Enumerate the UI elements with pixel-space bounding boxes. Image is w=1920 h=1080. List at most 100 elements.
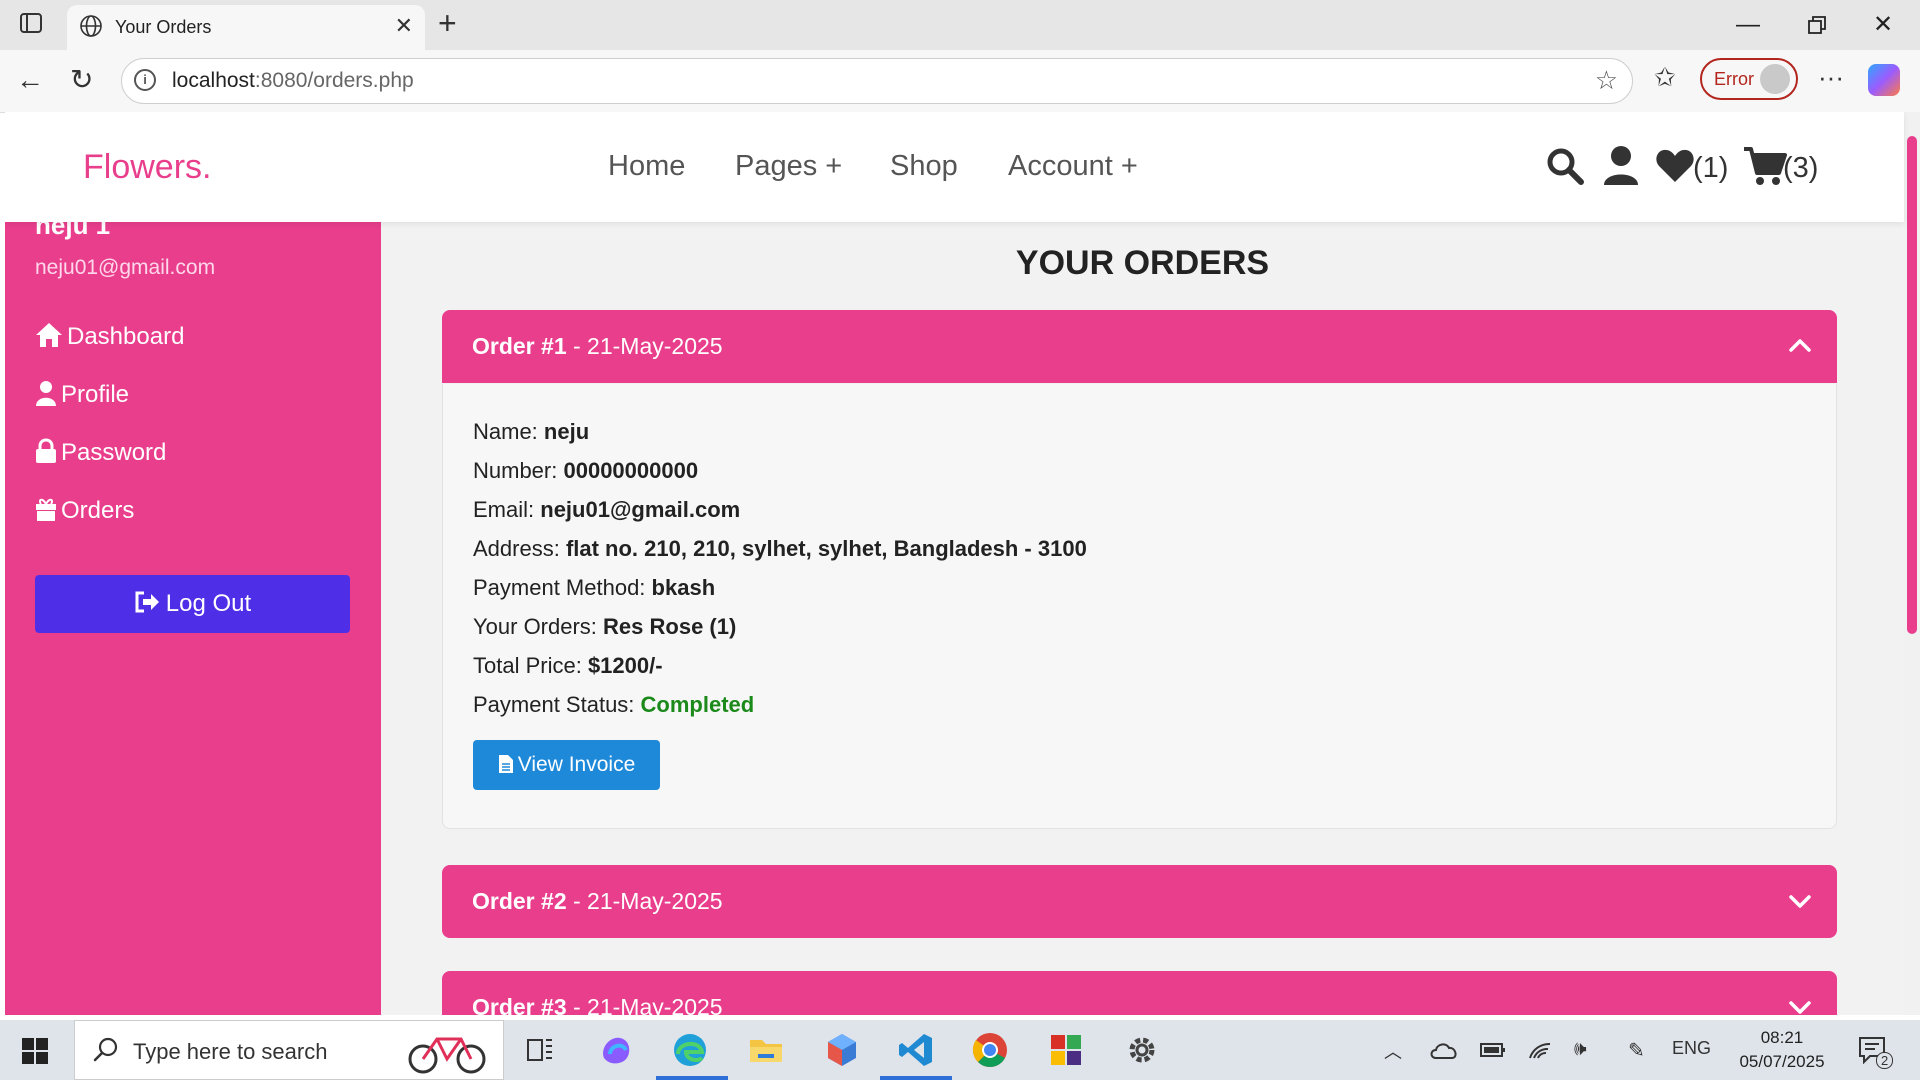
chevron-down-icon (1789, 1001, 1811, 1014)
running-app-indicator (880, 1076, 952, 1080)
wishlist-heart-icon[interactable] (1655, 148, 1695, 184)
notification-count: 2 (1876, 1052, 1894, 1069)
pen-icon[interactable]: ✎ (1628, 1038, 1645, 1063)
browser-tabstrip: Your Orders ✕ + — ✕ (0, 0, 1920, 50)
address-bar[interactable]: i localhost:8080/orders.php ☆ (121, 58, 1633, 104)
favorites-icon[interactable]: ✩ (1654, 62, 1676, 93)
bookmark-star-icon[interactable]: ☆ (1595, 65, 1618, 96)
scrollbar-thumb[interactable] (1907, 136, 1917, 634)
active-app-indicator (656, 1076, 728, 1080)
search-icon (93, 1037, 118, 1062)
chevron-up-icon (1789, 339, 1811, 352)
url-text[interactable]: localhost:8080/orders.php (172, 69, 414, 93)
tab-actions-icon[interactable] (20, 12, 42, 34)
user-icon (36, 381, 56, 406)
orders-content: YOUR ORDERS Order #1 - 21-May-2025 Name:… (381, 222, 1904, 1015)
colorful-app-icon[interactable] (1046, 1030, 1086, 1070)
order-2-header[interactable]: Order #2 - 21-May-2025 (442, 865, 1837, 938)
document-icon (498, 755, 513, 773)
nav-pages[interactable]: Pages + (735, 150, 842, 183)
task-view-icon[interactable] (520, 1030, 560, 1070)
home-icon (36, 323, 62, 347)
cart-icon[interactable] (1743, 146, 1787, 186)
settings-gear-icon[interactable] (1122, 1030, 1162, 1070)
search-placeholder: Type here to search (133, 1039, 328, 1064)
sidebar-item-label: Profile (61, 381, 130, 408)
user-email: neju01@gmail.com (35, 256, 216, 279)
site-logo[interactable]: Flowers. (83, 148, 211, 187)
nav-shop[interactable]: Shop (890, 150, 958, 183)
site-header: Flowers. Home Pages + Shop Account + (1)… (5, 112, 1904, 222)
copilot-icon[interactable] (1868, 64, 1900, 96)
order-3-header[interactable]: Order #3 - 21-May-2025 (442, 971, 1837, 1015)
detail-total: Total Price: $1200/- (473, 653, 663, 678)
status-badge: Completed (640, 692, 755, 717)
detail-email: Email: neju01@gmail.com (473, 497, 741, 522)
search-icon[interactable] (1545, 146, 1585, 186)
sidebar-item-orders[interactable]: Orders (35, 496, 134, 528)
copilot-app-icon[interactable] (596, 1030, 636, 1070)
file-explorer-icon[interactable] (746, 1030, 786, 1070)
page-viewport: Flowers. Home Pages + Shop Account + (1)… (5, 112, 1920, 1015)
reload-icon[interactable]: ↻ (70, 64, 93, 96)
restore-icon[interactable] (1808, 16, 1826, 34)
cart-count[interactable]: (3) (1783, 152, 1818, 185)
bicycle-icon (408, 1037, 486, 1074)
view-invoice-label: View Invoice (517, 753, 636, 776)
more-options-icon[interactable]: ··· (1818, 62, 1844, 93)
sidebar-item-password[interactable]: Password (35, 438, 166, 470)
minimize-icon[interactable]: — (1736, 8, 1760, 42)
clock-time: 08:21 (1760, 1028, 1804, 1047)
sidebar-item-dashboard[interactable]: Dashboard (35, 322, 184, 354)
order-1-title: Order #1 - 21-May-2025 (472, 333, 723, 359)
address-toolbar: ← ↻ i localhost:8080/orders.php ☆ ✩ Erro… (0, 50, 1920, 113)
profile-error-button[interactable]: Error (1700, 58, 1798, 100)
site-info-icon[interactable]: i (134, 69, 156, 91)
vscode-icon[interactable] (896, 1030, 936, 1070)
page-title: YOUR ORDERS (1015, 244, 1270, 282)
detail-items: Your Orders: Res Rose (1) (473, 614, 737, 639)
edge-browser-icon[interactable] (670, 1030, 710, 1070)
detail-payment-method: Payment Method: bkash (473, 575, 716, 600)
order-1-header[interactable]: Order #1 - 21-May-2025 (442, 310, 1837, 383)
close-window-icon[interactable]: ✕ (1873, 8, 1893, 42)
detail-name: Name: neju (473, 419, 590, 444)
gift-icon (36, 498, 56, 521)
tab-title: Your Orders (115, 17, 212, 37)
detail-number: Number: 00000000000 (473, 458, 699, 483)
nav-home[interactable]: Home (608, 150, 685, 183)
view-invoice-button[interactable]: View Invoice (473, 740, 660, 790)
sidebar-item-label: Orders (61, 497, 135, 524)
logout-label: Log Out (165, 590, 252, 617)
cube-app-icon[interactable] (822, 1030, 862, 1070)
show-hidden-icons[interactable]: ︿ (1384, 1038, 1402, 1064)
wifi-icon[interactable] (1528, 1040, 1552, 1060)
taskbar-search[interactable]: Type here to search (74, 1020, 504, 1080)
page-scrollbar[interactable] (1904, 112, 1920, 1015)
new-tab-icon[interactable]: + (438, 6, 457, 40)
clock-date: 05/07/2025 (1739, 1052, 1825, 1071)
close-tab-icon[interactable]: ✕ (395, 15, 413, 37)
wishlist-count[interactable]: (1) (1693, 152, 1728, 185)
user-icon[interactable] (1603, 145, 1639, 185)
lock-icon (36, 438, 56, 463)
browser-tab[interactable]: Your Orders ✕ (67, 5, 425, 50)
volume-icon[interactable]: 🕪 (1574, 1038, 1587, 1061)
detail-payment-status: Payment Status: Completed (473, 692, 755, 717)
clock[interactable]: 08:21 05/07/2025 (1732, 1026, 1832, 1074)
sign-out-icon (135, 591, 159, 613)
onedrive-cloud-icon[interactable] (1430, 1040, 1458, 1060)
profile-status-text: Error (1714, 69, 1754, 89)
sidebar-item-profile[interactable]: Profile (35, 380, 129, 412)
detail-address: Address: flat no. 210, 210, sylhet, sylh… (473, 536, 1087, 561)
windows-start-icon[interactable] (22, 1038, 48, 1064)
language-indicator[interactable]: ENG (1672, 1038, 1711, 1059)
battery-icon[interactable] (1480, 1042, 1506, 1058)
nav-account[interactable]: Account + (1008, 150, 1138, 183)
logout-button[interactable]: Log Out (35, 575, 350, 633)
avatar (1760, 64, 1790, 94)
back-icon[interactable]: ← (16, 64, 44, 96)
account-sidebar: neju 1 neju01@gmail.com Dashboard Profil… (5, 210, 381, 1015)
chrome-icon[interactable] (970, 1030, 1010, 1070)
order-2-title: Order #2 - 21-May-2025 (472, 888, 723, 914)
